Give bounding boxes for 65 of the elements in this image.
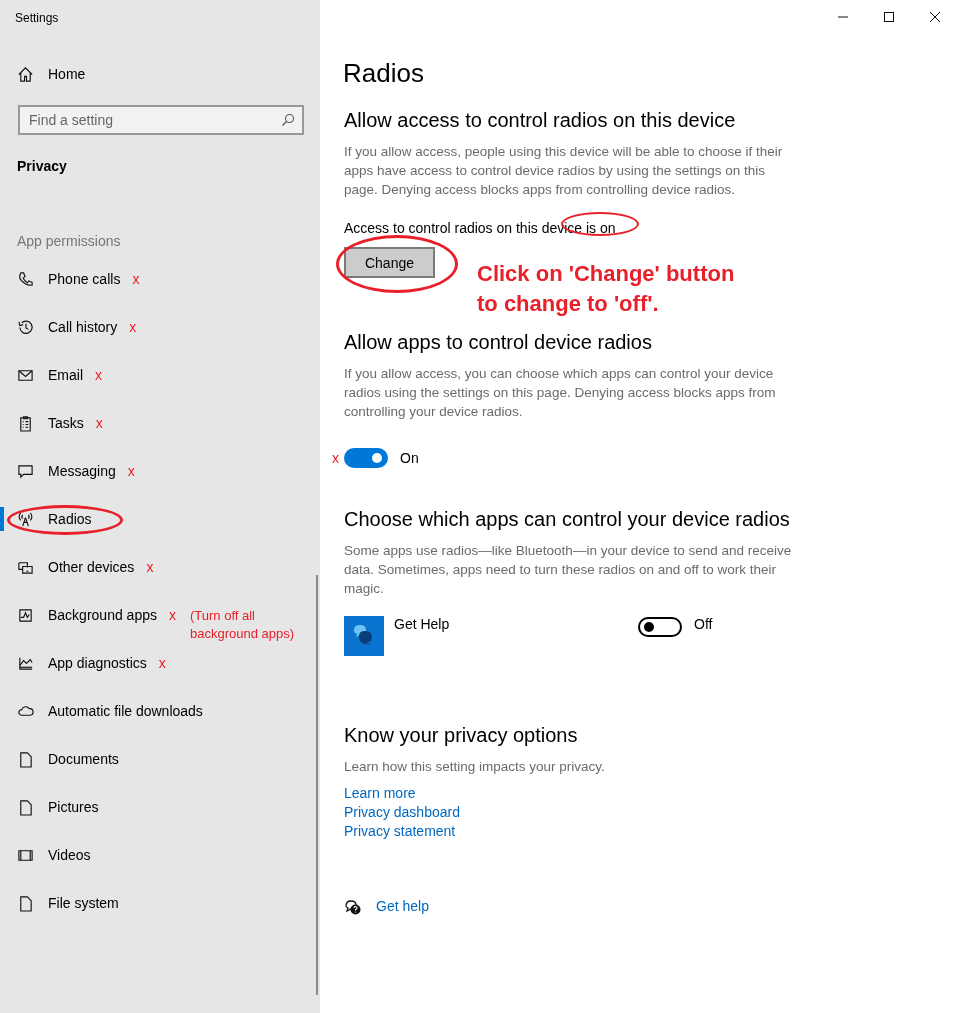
annotation-mark: x xyxy=(127,463,135,479)
sidebar-item[interactable]: Tasks xyxy=(0,399,84,447)
section-heading: Privacy xyxy=(16,157,68,174)
sidebar-item[interactable]: Radios xyxy=(0,495,92,543)
page-title: Radios xyxy=(343,58,425,89)
maximize-icon[interactable] xyxy=(883,11,895,23)
search-icon xyxy=(281,113,295,127)
description: Learn how this setting impacts your privacy. xyxy=(344,758,606,776)
sidebar-item[interactable]: Automatic file downloads xyxy=(0,687,203,735)
annotation-mark: x xyxy=(332,450,339,466)
link[interactable]: Privacy statement xyxy=(344,822,456,841)
home-nav-item[interactable]: Home xyxy=(0,50,320,98)
description: If you allow access, you can choose which apps can control your device radios using the settings on this page. Denying access blocks apps from controlling your device radios. xyxy=(344,365,777,421)
annotation-mark: x xyxy=(95,415,103,431)
annotation-mark: x xyxy=(95,367,102,383)
toggle-switch[interactable] xyxy=(344,448,388,468)
annotation-mark: x xyxy=(158,655,166,671)
window-title: Settings xyxy=(14,10,60,27)
sidebar-item[interactable]: Call history xyxy=(0,303,118,351)
annotation-note: (Turn off all background apps) xyxy=(189,607,296,643)
nav-icon xyxy=(17,510,34,528)
nav-icon xyxy=(17,414,34,432)
sidebar-item[interactable]: Messaging xyxy=(0,447,116,495)
nav-icon xyxy=(17,894,34,912)
description: Some apps use radios—like Bluetooth—in your device to send and receive data. Sometimes, apps need to turn these radios on and off to work their magic. xyxy=(344,542,793,598)
sidebar-item[interactable]: Phone calls xyxy=(0,255,121,303)
scrollbar[interactable] xyxy=(316,575,318,995)
annotation-mark: x xyxy=(132,271,140,287)
sidebar-item[interactable]: Documents xyxy=(0,735,119,783)
help-icon xyxy=(344,897,362,916)
nav-icon xyxy=(17,750,34,768)
section-heading: Know your privacy options xyxy=(344,724,579,747)
section-heading: Choose which apps can control your device radios xyxy=(344,508,791,531)
nav-icon xyxy=(17,798,34,816)
search-field[interactable]: Find a setting xyxy=(18,105,304,135)
annotation-mark: x xyxy=(168,607,176,623)
change-button[interactable]: Change xyxy=(344,247,435,278)
group-label: App permissions xyxy=(16,232,122,249)
annotation-text: Click on 'Change' button to change to 'off'. xyxy=(477,260,736,318)
toggle-switch[interactable] xyxy=(638,617,682,637)
sidebar-item[interactable]: Pictures xyxy=(0,783,99,831)
sidebar-item[interactable]: Email xyxy=(0,351,83,399)
nav-icon xyxy=(17,270,34,288)
annotation-mark: x xyxy=(146,559,154,575)
app-name: Get Help xyxy=(394,616,451,632)
nav-icon xyxy=(17,606,34,624)
link[interactable]: Learn more xyxy=(344,784,416,803)
toggle-label: Off xyxy=(694,616,713,632)
link[interactable]: Privacy dashboard xyxy=(344,803,460,822)
help-link[interactable]: Get help xyxy=(376,897,429,916)
sidebar-item[interactable]: Background apps xyxy=(0,591,157,639)
sidebar-item[interactable]: Videos xyxy=(0,831,91,879)
section-heading: Allow access to control radios on this device xyxy=(344,109,737,132)
section-heading: Allow apps to control device radios xyxy=(344,331,653,354)
home-icon xyxy=(17,65,34,83)
description: If you allow access, people using this device will be able to choose if their apps have access to control device radios by using the settings on this page. Denying access blocks apps from controlling device radios. xyxy=(344,143,784,199)
sidebar-item[interactable]: File system xyxy=(0,879,119,927)
annotation-mark: x xyxy=(129,319,137,335)
close-icon[interactable] xyxy=(929,11,941,23)
sidebar-item[interactable]: Other devices xyxy=(0,543,135,591)
nav-icon xyxy=(17,462,34,480)
sidebar-item[interactable]: App diagnostics xyxy=(0,639,147,687)
toggle-label: On xyxy=(400,450,419,466)
nav-icon xyxy=(17,318,34,336)
app-icon xyxy=(344,616,384,656)
